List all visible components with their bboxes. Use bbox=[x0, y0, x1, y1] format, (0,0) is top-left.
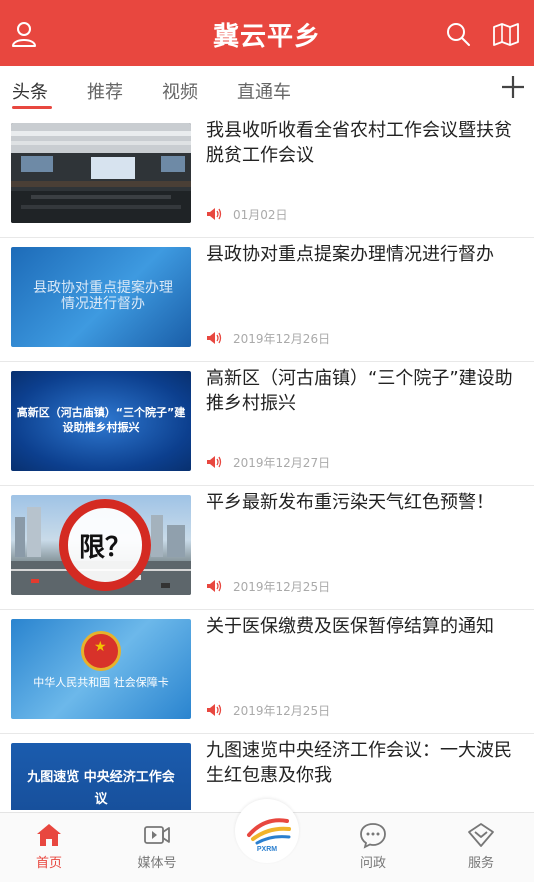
news-item[interactable]: ★ 中华人民共和国 社会保障卡 关于医保缴费及医保暂停结算的通知 2019年12… bbox=[0, 610, 534, 734]
news-title[interactable]: 平乡最新发布重污染天气红色预警！ bbox=[206, 490, 524, 515]
chat-icon bbox=[360, 823, 386, 849]
news-thumbnail: 高新区（河古庙镇）“三个院子”建设助推乡村振兴 bbox=[11, 371, 191, 471]
news-title[interactable]: 高新区（河古庙镇）“三个院子”建设助推乡村振兴 bbox=[206, 366, 524, 416]
news-item[interactable]: 我县收听收看全省农村工作会议暨扶贫脱贫工作会议 01月02日 bbox=[0, 114, 534, 238]
news-thumbnail: 九图速览 中央经济工作会议 bbox=[11, 743, 191, 810]
brand-logo: PXRM bbox=[247, 818, 291, 853]
news-thumbnail: 限？ bbox=[11, 495, 191, 595]
nav-label: 媒体号 bbox=[137, 856, 177, 871]
tab-video[interactable]: 视频 bbox=[162, 78, 198, 104]
speaker-icon[interactable] bbox=[206, 207, 222, 221]
bottom-navigation: 首页 媒体号 PXRM 问政 服务 bbox=[0, 799, 534, 882]
speaker-icon[interactable] bbox=[206, 455, 222, 469]
news-date: 2019年12月26日 bbox=[233, 332, 331, 346]
news-item[interactable]: 县政协对重点提案办理情况进行督办 县政协对重点提案办理情况进行督办 2019年1… bbox=[0, 238, 534, 362]
thumbnail-caption: 九图速览 中央经济工作会议 bbox=[27, 770, 175, 807]
news-title[interactable]: 县政协对重点提案办理情况进行督办 bbox=[206, 242, 524, 267]
news-item[interactable]: 限？ 平乡最新发布重污染天气红色预警！ 2019年12月25日 bbox=[0, 486, 534, 610]
home-icon bbox=[37, 824, 61, 846]
news-date: 2019年12月25日 bbox=[233, 704, 331, 718]
add-channel-icon[interactable] bbox=[500, 74, 526, 100]
news-date: 2019年12月25日 bbox=[233, 580, 331, 594]
tab-headlines[interactable]: 头条 bbox=[12, 78, 48, 104]
news-thumbnail: 县政协对重点提案办理情况进行督办 bbox=[11, 247, 191, 347]
nav-service[interactable]: 服务 bbox=[441, 821, 521, 871]
tab-express[interactable]: 直通车 bbox=[237, 78, 291, 104]
news-title[interactable]: 我县收听收看全省农村工作会议暨扶贫脱贫工作会议 bbox=[206, 118, 524, 168]
tab-recommend[interactable]: 推荐 bbox=[87, 78, 123, 104]
service-icon bbox=[468, 823, 494, 847]
news-thumbnail: ★ 中华人民共和国 社会保障卡 bbox=[11, 619, 191, 719]
news-thumbnail bbox=[11, 123, 191, 223]
news-title[interactable]: 九图速览中央经济工作会议：一大波民生红包惠及你我 bbox=[206, 738, 524, 788]
news-item[interactable]: 高新区（河古庙镇）“三个院子”建设助推乡村振兴 高新区（河古庙镇）“三个院子”建… bbox=[0, 362, 534, 486]
speaker-icon[interactable] bbox=[206, 331, 222, 345]
nav-inquiry[interactable]: 问政 bbox=[333, 821, 413, 871]
video-icon bbox=[144, 826, 170, 844]
brand-logo-text: PXRM bbox=[257, 846, 277, 853]
thumbnail-caption: 中华人民共和国 社会保障卡 bbox=[33, 676, 169, 689]
active-tab-indicator bbox=[12, 106, 52, 109]
thumbnail-caption: 高新区（河古庙镇）“三个院子”建设助推乡村振兴 bbox=[16, 406, 186, 434]
thumbnail-caption: 县政协对重点提案办理情况进行督办 bbox=[33, 280, 173, 312]
nav-label: 首页 bbox=[35, 856, 62, 871]
speaker-icon[interactable] bbox=[206, 703, 222, 717]
news-list[interactable]: 我县收听收看全省农村工作会议暨扶贫脱贫工作会议 01月02日 县政协对重点提案办… bbox=[0, 114, 534, 810]
app-header: 冀云平乡 bbox=[0, 0, 534, 66]
nav-media[interactable]: 媒体号 bbox=[117, 821, 197, 871]
news-date: 2019年12月27日 bbox=[233, 456, 331, 470]
speaker-icon[interactable] bbox=[206, 579, 222, 593]
nav-home[interactable]: 首页 bbox=[9, 821, 89, 871]
channel-tabs: 头条 推荐 视频 直通车 bbox=[0, 66, 534, 114]
nav-center-logo[interactable]: PXRM bbox=[235, 799, 299, 863]
news-title[interactable]: 关于医保缴费及医保暂停结算的通知 bbox=[206, 614, 524, 639]
search-icon[interactable] bbox=[444, 20, 472, 48]
nav-label: 问政 bbox=[359, 856, 386, 871]
thumbnail-caption: 限？ bbox=[78, 533, 131, 563]
book-icon[interactable] bbox=[492, 20, 520, 48]
emblem-star: ★ bbox=[94, 639, 107, 655]
nav-label: 服务 bbox=[467, 856, 494, 871]
news-date: 01月02日 bbox=[233, 208, 288, 222]
